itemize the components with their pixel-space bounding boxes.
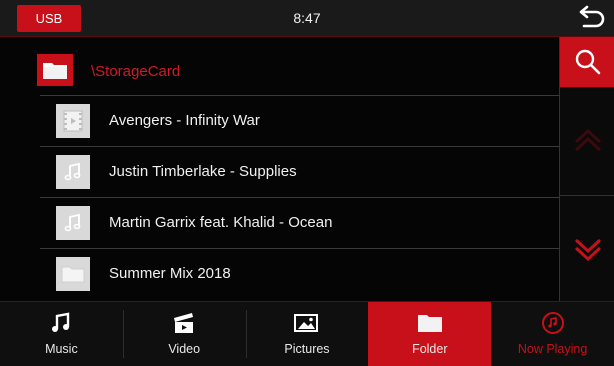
tab-label: Music [45,342,78,356]
tab-label: Folder [412,342,448,356]
tab-folder[interactable]: Folder [368,302,492,366]
folder-icon [56,257,90,291]
music-file-icon [56,206,90,240]
back-button[interactable] [576,2,608,34]
tab-label: Pictures [284,342,330,356]
media-browser-screen: USB 8:47 \StorageCard Avengers - Infinit… [0,0,614,366]
picture-icon [293,311,320,335]
music-file-icon [56,155,90,189]
bottom-tab-bar: Music Video Pictures Folder Now Playing [0,301,614,366]
file-name: Justin Timberlake - Supplies [109,163,297,180]
scroll-up-button[interactable] [560,87,614,194]
back-arrow-icon [579,5,605,28]
tab-label: Now Playing [517,342,588,356]
tab-video[interactable]: Video [122,302,246,366]
file-name: Martin Garrix feat. Khalid - Ocean [109,214,333,231]
music-note-icon [50,311,72,335]
list-item[interactable]: Justin Timberlake - Supplies [40,146,559,197]
file-name: Avengers - Infinity War [109,112,260,129]
file-list: Avengers - Infinity War Justin Timberlak… [40,95,559,299]
chevron-down-icon [574,238,601,262]
chevron-up-icon [574,128,601,152]
file-browser: \StorageCard Avengers - Infinity War Jus… [0,37,559,301]
folder-icon [417,311,443,335]
status-bar: USB 8:47 [0,0,614,37]
list-item[interactable]: Avengers - Infinity War [40,95,559,146]
search-icon [575,49,600,75]
clapperboard-icon [172,311,196,335]
clock: 8:47 [293,10,321,26]
now-playing-icon [541,311,565,335]
search-button[interactable] [560,37,614,87]
tab-music[interactable]: Music [0,302,123,366]
current-folder-header[interactable]: \StorageCard [0,37,559,95]
scroll-down-button[interactable] [560,195,614,302]
tab-pictures[interactable]: Pictures [245,302,369,366]
file-name: Summer Mix 2018 [109,265,231,282]
list-item[interactable]: Summer Mix 2018 [40,248,559,299]
list-item[interactable]: Martin Garrix feat. Khalid - Ocean [40,197,559,248]
side-controls [559,37,614,301]
tab-label: Video [168,342,201,356]
folder-icon [37,54,73,86]
video-file-icon [56,104,90,138]
tab-now-playing[interactable]: Now Playing [491,302,614,366]
